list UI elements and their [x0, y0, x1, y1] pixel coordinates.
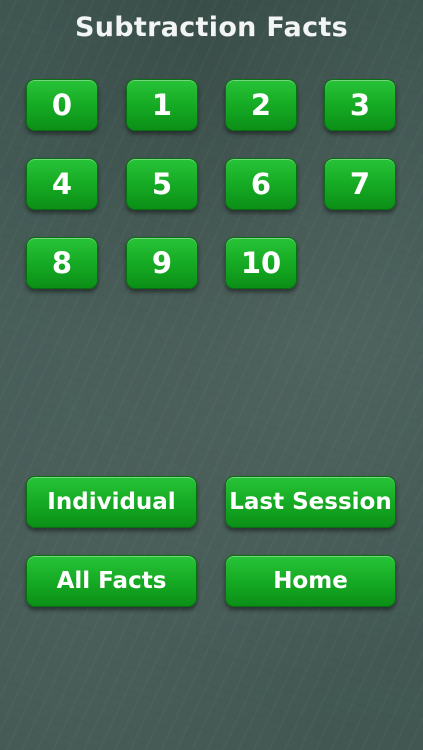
home-button[interactable]: Home [225, 555, 396, 607]
number-button-5[interactable]: 5 [126, 158, 198, 210]
number-button-10[interactable]: 10 [225, 237, 297, 289]
number-button-8[interactable]: 8 [26, 237, 98, 289]
page-title: Subtraction Facts [75, 12, 348, 43]
last-session-button[interactable]: Last Session [225, 476, 396, 528]
number-button-6[interactable]: 6 [225, 158, 297, 210]
number-button-1[interactable]: 1 [126, 79, 198, 131]
all-facts-button[interactable]: All Facts [26, 555, 197, 607]
number-button-0[interactable]: 0 [26, 79, 98, 131]
number-button-2[interactable]: 2 [225, 79, 297, 131]
number-button-4[interactable]: 4 [26, 158, 98, 210]
number-button-9[interactable]: 9 [126, 237, 198, 289]
number-button-3[interactable]: 3 [324, 79, 396, 131]
number-button-7[interactable]: 7 [324, 158, 396, 210]
individual-button[interactable]: Individual [26, 476, 197, 528]
